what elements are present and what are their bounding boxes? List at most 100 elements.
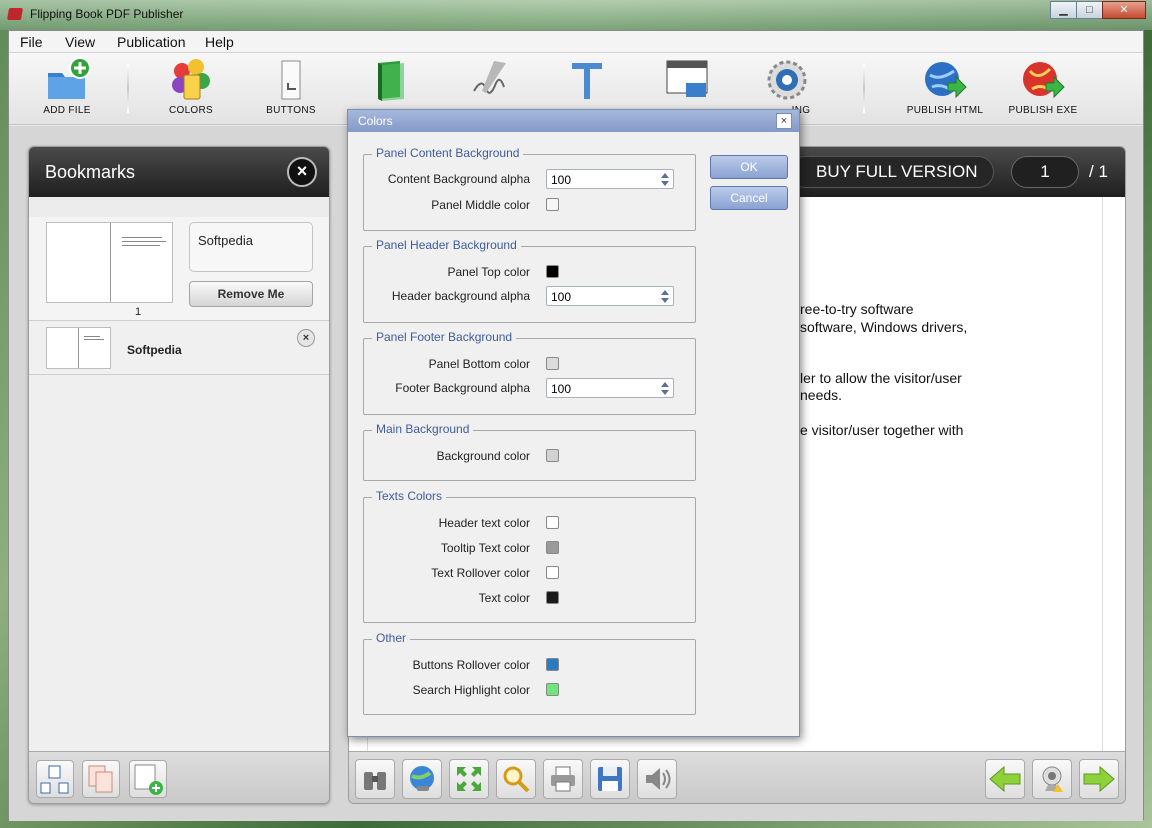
ok-button[interactable]: OK xyxy=(710,155,788,179)
window-titlebar: Flipping Book PDF Publisher ▁ □ ✕ xyxy=(0,0,1152,30)
cancel-button[interactable]: Cancel xyxy=(710,186,788,210)
add-file-button[interactable]: ADD FILE xyxy=(27,57,107,116)
bookmark-list-item[interactable]: Softpedia × xyxy=(29,323,329,375)
field-label: Content Background alpha xyxy=(387,172,530,186)
background-color-swatch[interactable] xyxy=(546,449,559,462)
buttons-rollover-color-swatch[interactable] xyxy=(546,658,559,671)
bookmarks-title: Bookmarks xyxy=(45,162,136,182)
page-thumbnail[interactable] xyxy=(46,222,173,303)
panel-top-color-swatch[interactable] xyxy=(546,265,559,278)
sound-button[interactable] xyxy=(637,759,677,799)
save-button[interactable] xyxy=(590,759,630,799)
field-label: Search Highlight color xyxy=(412,683,530,697)
bookmark-name-field[interactable]: Softpedia xyxy=(189,222,313,272)
copy-pages-button[interactable] xyxy=(82,760,120,798)
doc-text-line: ler to allow the visitor/user xyxy=(800,370,962,386)
spinner-arrows-icon[interactable] xyxy=(660,289,670,305)
content-alpha-input[interactable] xyxy=(551,172,651,187)
bookmarks-close-button[interactable]: × xyxy=(287,157,317,187)
header-text-color-swatch[interactable] xyxy=(546,516,559,529)
arrow-left-icon xyxy=(989,765,1021,793)
text-rollover-color-swatch[interactable] xyxy=(546,566,559,579)
colors-palette-icon xyxy=(172,59,210,100)
zoom-button[interactable] xyxy=(496,759,536,799)
field-label: Footer Background alpha xyxy=(395,381,530,395)
text-t-icon xyxy=(572,63,602,99)
top-color-row: Panel Top color xyxy=(364,262,695,282)
field-label: Tooltip Text color xyxy=(440,541,530,555)
signature-button[interactable] xyxy=(451,57,531,105)
buy-full-version-button[interactable]: BUY FULL VERSION xyxy=(789,156,994,188)
book-button[interactable] xyxy=(351,57,431,105)
spinner-arrows-icon[interactable] xyxy=(660,381,670,397)
tooltip-text-color-row: Tooltip Text color xyxy=(364,538,695,558)
minimize-button[interactable]: ▁ xyxy=(1050,1,1077,19)
remove-bookmark-button[interactable]: Remove Me xyxy=(189,281,313,307)
add-page-button[interactable] xyxy=(129,760,167,798)
fullscreen-button[interactable] xyxy=(449,759,489,799)
previous-page-button[interactable] xyxy=(985,759,1025,799)
close-window-button[interactable]: ✕ xyxy=(1102,1,1146,19)
tooltip-text-color-swatch[interactable] xyxy=(546,541,559,554)
publish-html-button[interactable]: PUBLISH HTML xyxy=(905,57,985,116)
text-color-row: Text color xyxy=(364,588,695,608)
colors-label: COLORS xyxy=(168,105,214,116)
text-button[interactable] xyxy=(547,57,627,105)
search-highlight-color-swatch[interactable] xyxy=(546,683,559,696)
header-alpha-input[interactable] xyxy=(551,289,651,304)
bookmark-editor-row: 1 Softpedia Remove Me xyxy=(29,217,329,321)
background-color-row: Background color xyxy=(364,446,695,466)
app-icon xyxy=(6,8,24,20)
bookmarks-header: Bookmarks × xyxy=(29,147,329,197)
window-folder-icon xyxy=(666,60,708,97)
floppy-save-icon xyxy=(598,767,622,791)
next-page-button[interactable] xyxy=(1079,759,1119,799)
setting-button[interactable]: ING xyxy=(747,57,827,116)
group-main-background: Main Background Background color xyxy=(363,422,696,481)
header-alpha-spinner[interactable] xyxy=(546,286,674,306)
maximize-button[interactable]: □ xyxy=(1076,1,1103,19)
printer-icon xyxy=(551,766,575,792)
menubar: File View Publication Help xyxy=(9,31,1143,53)
dialog-close-button[interactable]: × xyxy=(776,113,792,129)
add-file-label: ADD FILE xyxy=(43,105,91,116)
menu-file[interactable]: File xyxy=(20,34,43,50)
bookmarks-list: 1 Softpedia Remove Me Softpedia × xyxy=(29,217,329,757)
current-page-input[interactable]: 1 xyxy=(1011,156,1079,188)
share-globe-button[interactable] xyxy=(402,759,442,799)
delete-bookmark-icon[interactable]: × xyxy=(297,329,315,347)
menu-view[interactable]: View xyxy=(65,34,95,50)
buttons-icon xyxy=(281,60,301,100)
print-button[interactable] xyxy=(543,759,583,799)
panel-middle-color-swatch[interactable] xyxy=(546,198,559,211)
group-title: Main Background xyxy=(372,422,474,436)
group-panel-content-background: Panel Content Background Content Backgro… xyxy=(363,146,696,231)
publish-exe-button[interactable]: PUBLISH EXE xyxy=(1003,57,1083,116)
copy-pages-icon xyxy=(88,765,113,793)
menu-help[interactable]: Help xyxy=(205,34,234,50)
help-button[interactable] xyxy=(1032,759,1072,799)
field-label: Text color xyxy=(478,591,530,605)
window-title: Flipping Book PDF Publisher xyxy=(30,7,184,21)
spinner-arrows-icon[interactable] xyxy=(660,172,670,188)
group-title: Panel Header Background xyxy=(372,238,521,252)
panel-bottom-color-swatch[interactable] xyxy=(546,357,559,370)
publish-exe-label: PUBLISH EXE xyxy=(1008,105,1078,116)
globe-arrow-icon xyxy=(925,62,967,99)
group-panel-footer-background: Panel Footer Background Panel Bottom col… xyxy=(363,330,696,415)
text-color-swatch[interactable] xyxy=(546,591,559,604)
menu-publication[interactable]: Publication xyxy=(117,34,186,50)
buttons-rollover-color-row: Buttons Rollover color xyxy=(364,655,695,675)
field-label: Buttons Rollover color xyxy=(412,658,530,672)
footer-alpha-input[interactable] xyxy=(551,381,651,396)
window-button[interactable] xyxy=(647,57,727,105)
colors-button[interactable]: COLORS xyxy=(151,57,231,116)
add-bookmark-tree-button[interactable] xyxy=(36,760,74,798)
content-alpha-spinner[interactable] xyxy=(546,169,674,189)
page-tree-icon xyxy=(40,765,69,794)
group-title: Panel Footer Background xyxy=(372,330,517,344)
footer-alpha-spinner[interactable] xyxy=(546,378,674,398)
buttons-button[interactable]: BUTTONS xyxy=(251,57,331,116)
buttons-label: BUTTONS xyxy=(266,105,316,116)
search-binoculars-button[interactable] xyxy=(355,759,395,799)
